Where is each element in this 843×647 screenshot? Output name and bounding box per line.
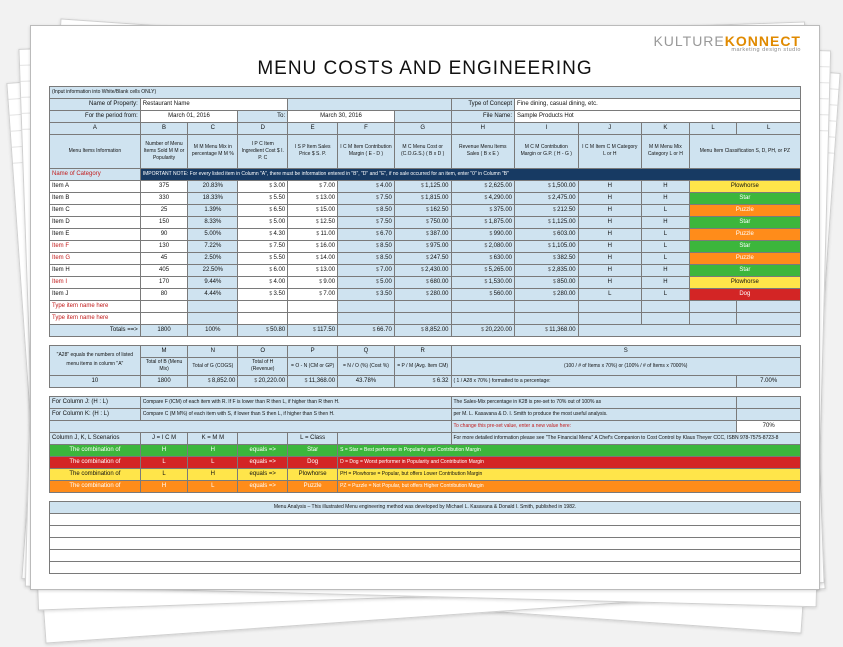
item-row: Item A37520.83%3.007.004.001,125.002,625… (50, 180, 801, 192)
item-row: Item H40522.50%6.0013.007.002,430.005,26… (50, 264, 801, 276)
classification-badge: Dog (689, 288, 800, 300)
classification-badge: Puzzle (689, 252, 800, 264)
item-name[interactable]: Item F (50, 240, 141, 252)
input-from[interactable]: March 01, 2016 (140, 110, 238, 122)
scenario-header: Column J, K, L Scenarios (50, 432, 141, 444)
input-filename[interactable]: Sample Products Hot (515, 110, 801, 122)
item-name[interactable]: Item G (50, 252, 141, 264)
lbl-concept: Type of Concept (451, 98, 515, 110)
head-e: I S P Item Sales Price $ S. P. (288, 134, 338, 168)
classification-badge: Star (689, 264, 800, 276)
item-name[interactable]: Item D (50, 216, 141, 228)
classification-badge: Star (689, 240, 800, 252)
intro-note: (Input information into White/Blank cell… (50, 86, 801, 98)
item-row: Item B33018.33%5.5013.007.501,815.004,29… (50, 192, 801, 204)
item-name[interactable]: Item C (50, 204, 141, 216)
head-c: M M Menu Mix in percentage M M % (188, 134, 238, 168)
lbl-period: For the period from: (50, 110, 141, 122)
lbl-to: To: (238, 110, 288, 122)
spreadsheet: KULTUREKONNECT marketing design studio M… (30, 25, 820, 590)
item-row: Item E905.00%4.3011.006.70387.00990.0060… (50, 228, 801, 240)
item-row: Item D1508.33%5.0012.507.50750.001,875.0… (50, 216, 801, 228)
item-row: Type item name here (50, 300, 801, 312)
item-row: Item I1709.44%4.009.005.00680.001,530.00… (50, 276, 801, 288)
head-i: M C M Contribution Margin or G.P. ( H - … (515, 134, 579, 168)
footnote: Menu Analysis – This illustrated Menu en… (50, 501, 801, 513)
input-concept[interactable]: Fine dining, casual dining, etc. (515, 98, 801, 110)
page-title: MENU COSTS AND ENGINEERING (49, 58, 801, 80)
classification-badge: Star (689, 216, 800, 228)
item-row: Item C251.39%6.5015.008.50162.50375.0021… (50, 204, 801, 216)
classification-badge: Plowhorse (689, 180, 800, 192)
classification-badge: Plowhorse (689, 276, 800, 288)
classification-badge: Puzzle (689, 204, 800, 216)
item-row: Type item name here (50, 312, 801, 324)
a28-note: "A28" equals the numbers of listed menu … (50, 345, 141, 375)
item-name[interactable]: Type item name here (50, 300, 141, 312)
classification-badge: Puzzle (689, 228, 800, 240)
lbl-filename: File Name: (451, 110, 515, 122)
lbl-property: Name of Property: (50, 98, 141, 110)
item-row: Item G452.50%5.5014.008.50247.50630.0038… (50, 252, 801, 264)
item-name[interactable]: Item E (50, 228, 141, 240)
head-f: I C M Item Contribution Margin ( E - D ) (338, 134, 395, 168)
item-name[interactable]: Type item name here (50, 312, 141, 324)
main-table: (Input information into White/Blank cell… (49, 86, 801, 574)
colk-label: For Column K: (H : L) (50, 408, 141, 420)
item-row: Item J804.44%3.507.003.50280.00560.00280… (50, 288, 801, 300)
input-to[interactable]: March 30, 2016 (288, 110, 395, 122)
stage: KULTUREKONNECT marketing design studio M… (0, 0, 843, 647)
head-b: Number of Menu Items Sold M M or Popular… (140, 134, 188, 168)
preset-pct[interactable]: 70% (737, 420, 801, 432)
head-a: Menu Items Information (50, 134, 141, 168)
navy-note: IMPORTANT NOTE: For every listed item in… (140, 168, 800, 180)
logo-text-1: KULTURE (653, 33, 724, 49)
input-property[interactable]: Restaurant Name (140, 98, 287, 110)
name-of-category: Name of Category (50, 168, 141, 180)
item-name[interactable]: Item B (50, 192, 141, 204)
column-letters: ABCDEFGHIJKLL (50, 122, 801, 134)
classification-badge: Star (689, 192, 800, 204)
item-name[interactable]: Item J (50, 288, 141, 300)
item-name[interactable]: Item A (50, 180, 141, 192)
totals-label: Totals ==> (50, 324, 141, 336)
head-l: Menu Item Classification S, D, PH, or PZ (689, 134, 800, 168)
head-h: Revenue Menu Items Sales ( B x E ) (451, 134, 515, 168)
head-j: I C M Item C M Category L or H (578, 134, 642, 168)
item-name[interactable]: Item I (50, 276, 141, 288)
item-row: Item F1307.22%7.5016.008.50975.002,080.0… (50, 240, 801, 252)
head-k: M M Menu Mix Category L or H (642, 134, 690, 168)
colj-label: For Column J: (H : L) (50, 396, 141, 408)
head-d: I P C Item Ingredient Cost $ I. P. C (238, 134, 288, 168)
item-name[interactable]: Item H (50, 264, 141, 276)
head-g: M C Menu Cost or (C.O.G.S.) ( B x D ) (394, 134, 451, 168)
logo: KULTUREKONNECT marketing design studio (49, 34, 801, 54)
